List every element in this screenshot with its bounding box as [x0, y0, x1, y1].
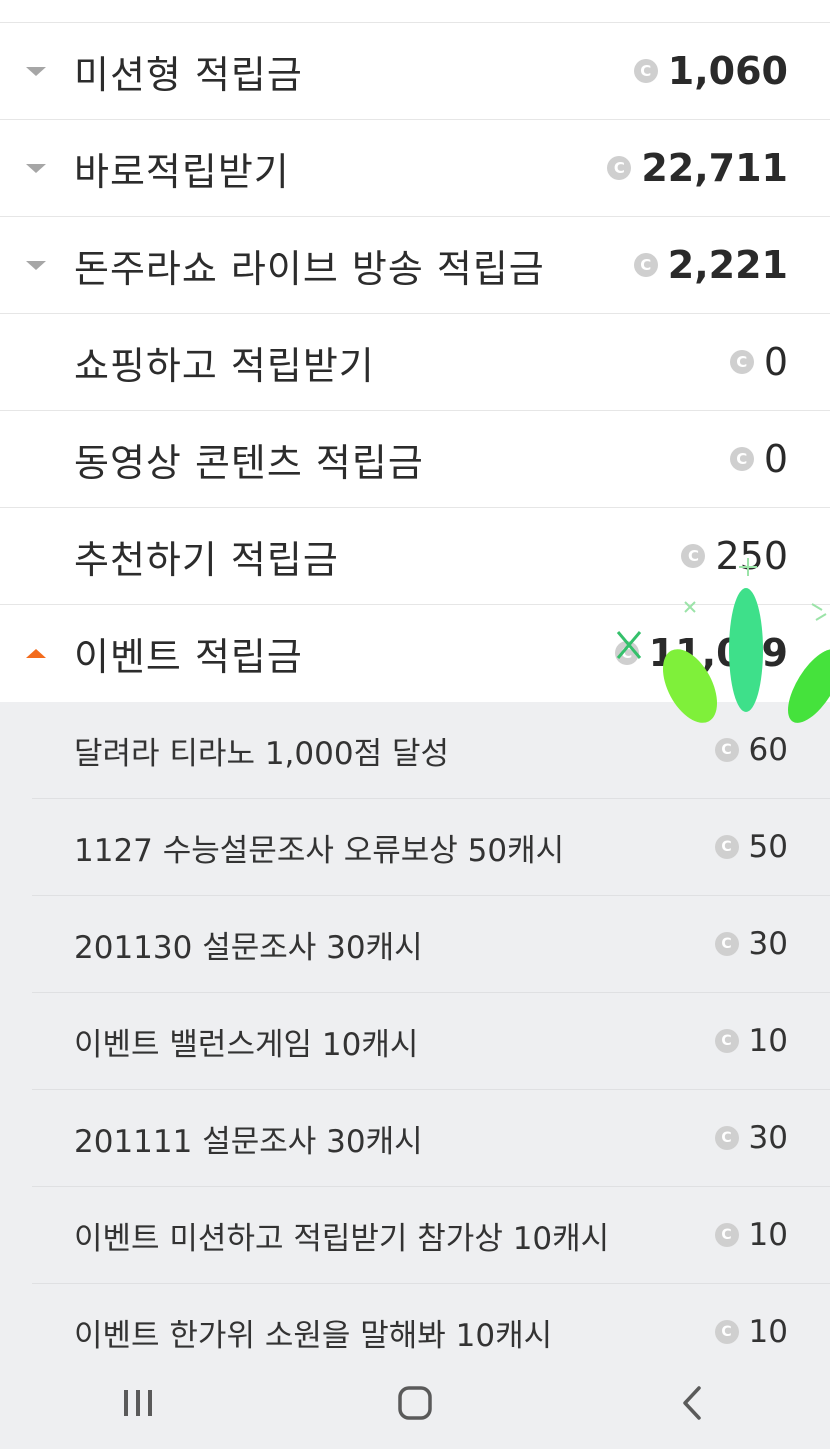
event-item-amount: C 30	[714, 926, 830, 962]
list-item: 201111 설문조사 30캐시 C 30	[32, 1090, 830, 1187]
arrow-placeholder	[0, 314, 74, 410]
event-item-amount-value: 30	[748, 926, 788, 962]
list-item: 이벤트 밸런스게임 10캐시 C 10	[32, 993, 830, 1090]
coin-icon: C	[714, 1320, 739, 1344]
coin-icon: C	[633, 59, 658, 83]
event-item-label: 달려라 티라노 1,000점 달성	[74, 735, 449, 772]
category-amount: C 0	[729, 437, 830, 481]
event-item-amount: C 10	[714, 1217, 830, 1253]
category-label: 동영상 콘텐츠 적립금	[74, 440, 424, 485]
coin-icon: C	[714, 1029, 739, 1053]
category-label: 추천하기 적립금	[74, 537, 339, 582]
category-amount-value: 2,221	[667, 243, 788, 287]
event-item-label: 201130 설문조사 30캐시	[74, 929, 423, 966]
list-item: 1127 수능설문조사 오류보상 50캐시 C 50	[32, 799, 830, 896]
coin-icon: C	[607, 156, 632, 180]
coin-icon: C	[729, 350, 754, 374]
category-amount-value: 11,0_9	[648, 631, 788, 675]
arrow-placeholder	[0, 508, 74, 604]
category-amount-value: 22,711	[641, 146, 788, 190]
coin-icon: C	[681, 544, 706, 568]
category-amount-value: 1,060	[667, 49, 788, 93]
category-label: 미션형 적립금	[74, 52, 303, 97]
coin-icon: C	[714, 835, 739, 859]
chevron-down-icon[interactable]	[0, 120, 74, 216]
arrow-placeholder	[0, 411, 74, 507]
event-item-amount-value: 10	[748, 1217, 788, 1253]
event-item-amount: C 60	[714, 732, 830, 768]
category-label: 돈주라쇼 라이브 방송 적립금	[74, 246, 545, 291]
category-amount-value: 0	[763, 437, 788, 481]
system-navigation-bar	[0, 1357, 830, 1449]
category-row-video: 동영상 콘텐츠 적립금 C 0	[0, 411, 830, 508]
category-amount: C 11,0_9	[614, 631, 830, 675]
previous-row-edge	[0, 0, 830, 23]
coin-icon: C	[714, 1223, 739, 1247]
event-item-amount-value: 50	[748, 829, 788, 865]
category-amount: C 0	[729, 340, 830, 384]
event-item-amount: C 10	[714, 1314, 830, 1350]
event-item-amount: C 10	[714, 1023, 830, 1059]
event-item-label: 이벤트 미션하고 적립받기 참가상 10캐시	[74, 1220, 610, 1257]
category-amount-value: 250	[715, 534, 788, 578]
home-icon[interactable]	[355, 1368, 475, 1438]
list-item: 201130 설문조사 30캐시 C 30	[32, 896, 830, 993]
category-label: 이벤트 적립금	[74, 634, 303, 679]
event-item-amount-value: 60	[748, 732, 788, 768]
event-item-label: 이벤트 밸런스게임 10캐시	[74, 1026, 419, 1063]
category-amount: C 1,060	[633, 49, 830, 93]
category-amount: C 2,221	[633, 243, 830, 287]
event-item-amount-value: 30	[748, 1120, 788, 1156]
coin-icon: C	[714, 932, 739, 956]
chevron-up-icon[interactable]	[0, 605, 74, 701]
chevron-down-icon[interactable]	[0, 217, 74, 313]
event-detail-list: 달려라 티라노 1,000점 달성 C 60 1127 수능설문조사 오류보상 …	[0, 702, 830, 1449]
event-item-label: 1127 수능설문조사 오류보상 50캐시	[74, 832, 565, 869]
event-item-amount-value: 10	[748, 1023, 788, 1059]
category-label: 바로적립받기	[74, 149, 290, 194]
coin-icon: C	[614, 641, 639, 665]
category-row-shopping: 쇼핑하고 적립받기 C 0	[0, 314, 830, 411]
chevron-down-icon[interactable]	[0, 23, 74, 119]
event-item-label: 이벤트 한가위 소원을 말해봐 10캐시	[74, 1317, 553, 1354]
category-row-live-show[interactable]: 돈주라쇼 라이브 방송 적립금 C 2,221	[0, 217, 830, 314]
category-row-event[interactable]: 이벤트 적립금 C 11,0_9	[0, 605, 830, 701]
back-icon[interactable]	[632, 1368, 752, 1438]
category-label: 쇼핑하고 적립받기	[74, 343, 375, 388]
coin-icon: C	[633, 253, 658, 277]
recent-apps-icon[interactable]	[78, 1368, 198, 1438]
event-item-label: 201111 설문조사 30캐시	[74, 1123, 423, 1160]
coin-icon: C	[729, 447, 754, 471]
category-amount: C 250	[681, 534, 830, 578]
category-row-instant[interactable]: 바로적립받기 C 22,711	[0, 120, 830, 217]
category-row-referral: 추천하기 적립금 C 250	[0, 508, 830, 605]
list-item: 달려라 티라노 1,000점 달성 C 60	[32, 702, 830, 799]
cash-history-screen: 미션형 적립금 C 1,060 바로적립받기 C 22,711 돈주라쇼 라이브…	[0, 0, 830, 1449]
category-row-mission[interactable]: 미션형 적립금 C 1,060	[0, 23, 830, 120]
event-item-amount-value: 10	[748, 1314, 788, 1350]
category-amount-value: 0	[763, 340, 788, 384]
event-item-amount: C 30	[714, 1120, 830, 1156]
category-amount: C 22,711	[607, 146, 830, 190]
coin-icon: C	[714, 1126, 739, 1150]
coin-icon: C	[714, 738, 739, 762]
event-item-amount: C 50	[714, 829, 830, 865]
list-item: 이벤트 미션하고 적립받기 참가상 10캐시 C 10	[32, 1187, 830, 1284]
